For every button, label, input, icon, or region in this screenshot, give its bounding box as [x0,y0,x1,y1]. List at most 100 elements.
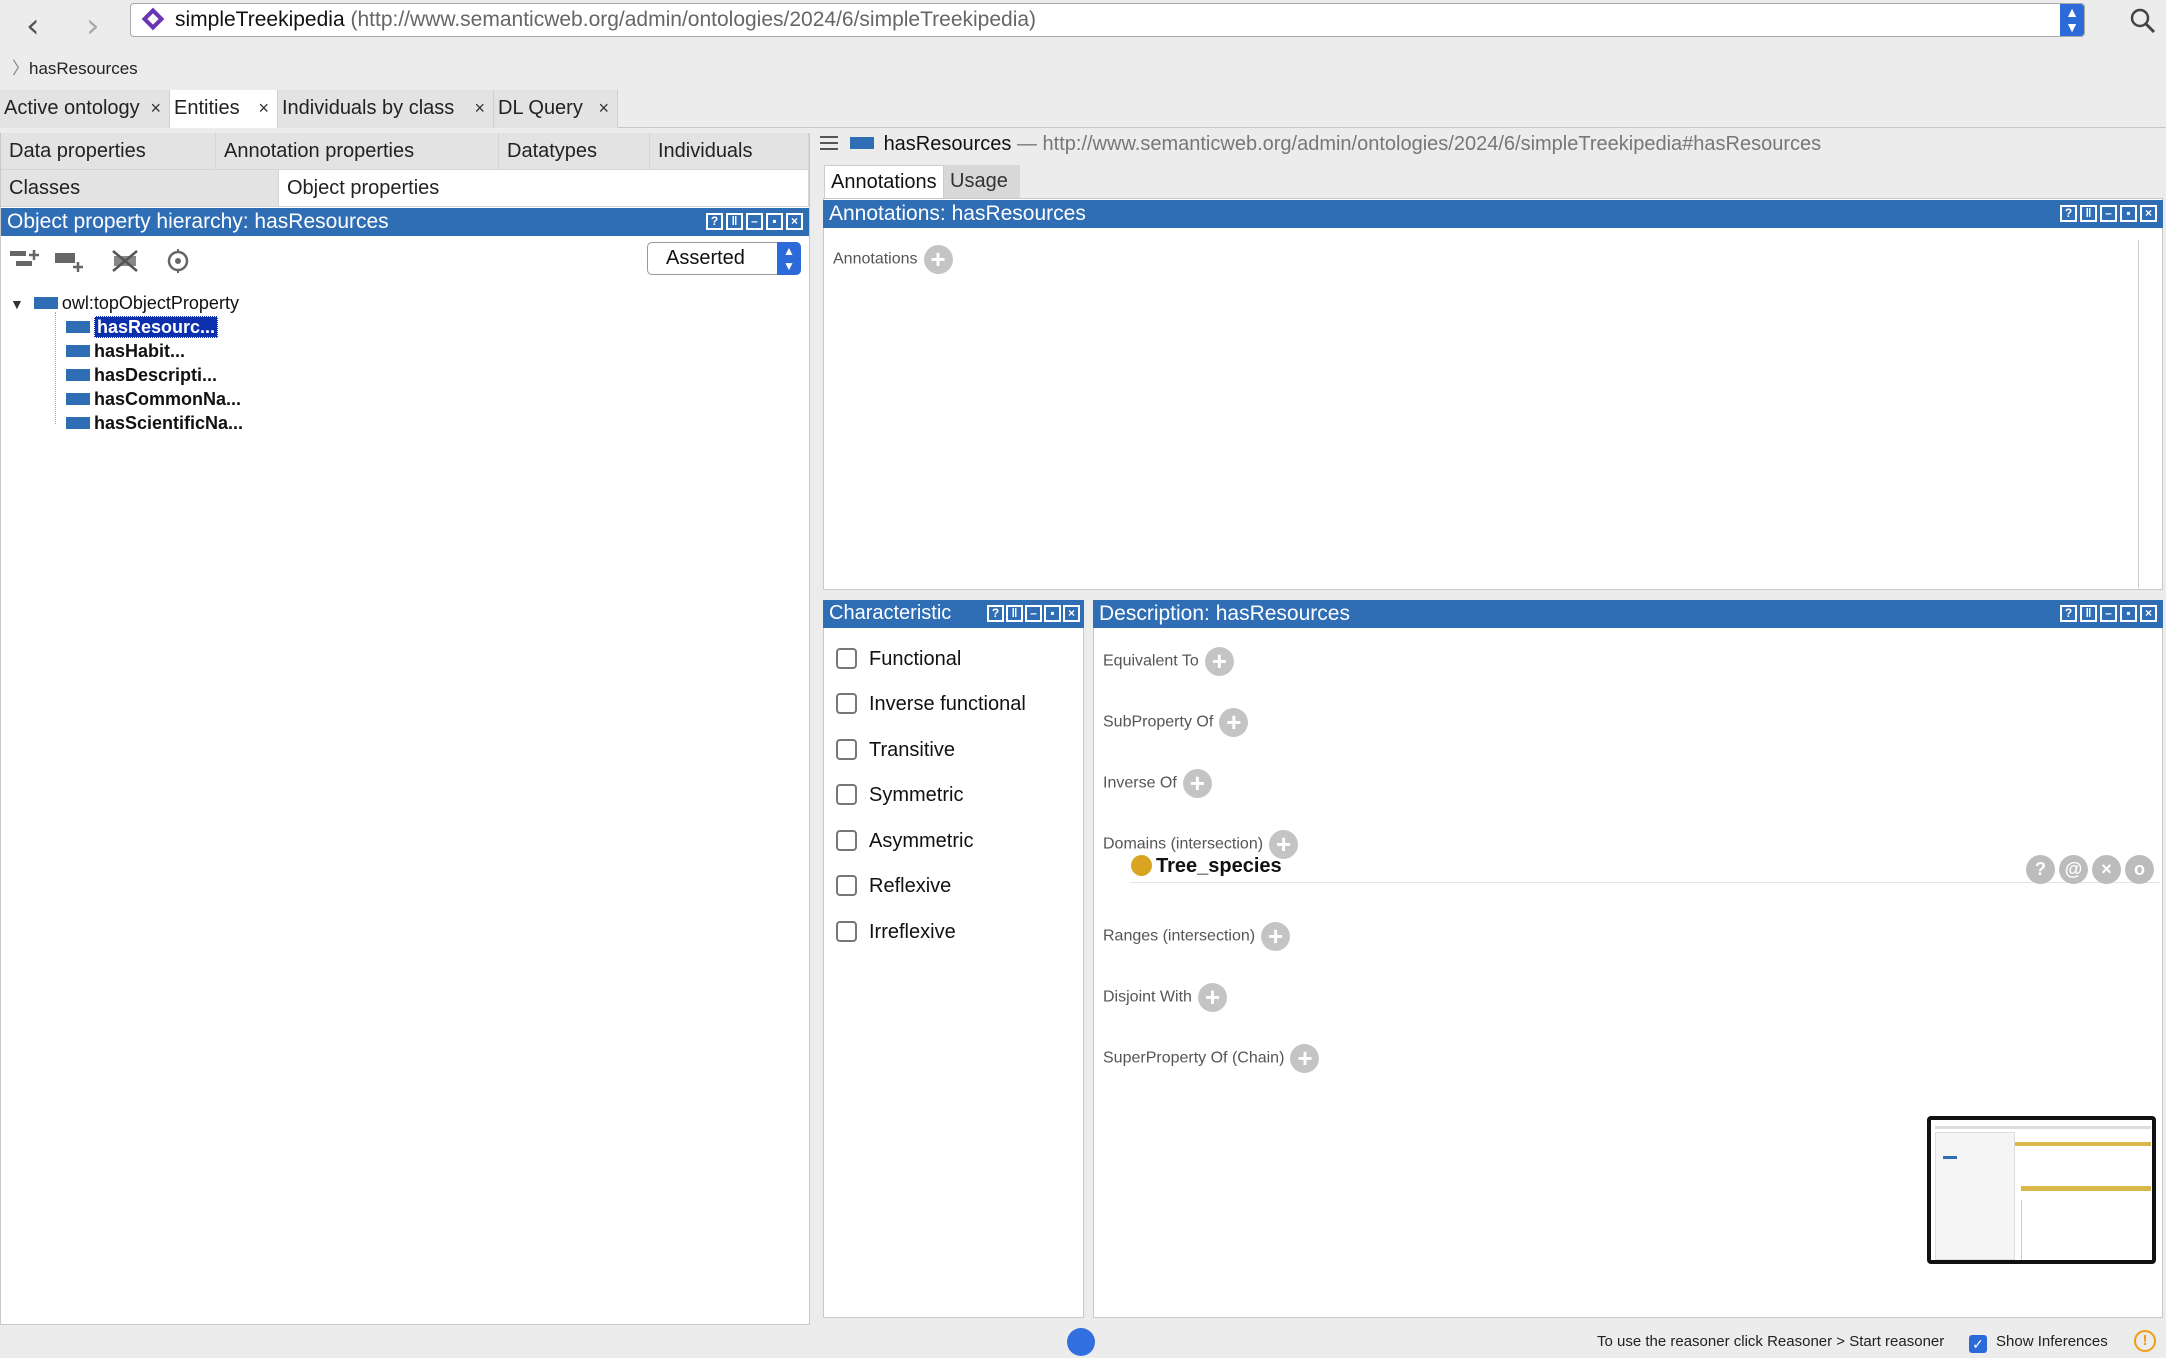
maximize-icon[interactable]: ▪ [2120,205,2137,222]
add-subproperty-icon[interactable] [8,248,40,274]
tab-usage[interactable]: Usage [944,165,1020,198]
add-equivalent-button[interactable]: + [1204,647,1234,676]
tree-item-hasdescription[interactable]: hasDescripti... [66,364,217,386]
characteristic-inverse-functional[interactable]: Inverse functional [836,691,1026,717]
close-icon[interactable]: × [598,90,609,127]
checkbox[interactable] [836,829,857,851]
back-arrow-icon[interactable]: ‹ [26,6,40,46]
split-icon[interactable]: ‖ [2080,205,2097,222]
tree-item-hashabit[interactable]: hasHabit... [66,340,185,362]
maximize-icon[interactable]: ▪ [2120,605,2137,622]
tree-item-hasscientificname[interactable]: hasScientificNa... [66,412,243,434]
show-inferences-checkbox[interactable]: ✓ [1969,1335,1987,1353]
close-view-icon[interactable]: × [1063,605,1080,622]
subtab-classes[interactable]: Classes [1,170,279,207]
close-view-icon[interactable]: × [2140,605,2157,622]
edit-button[interactable]: o [2125,855,2154,884]
section-equivalent-to: Equivalent To + [1103,647,1234,676]
view-controls: ? ‖ – ▪ × [706,213,803,230]
add-annotation-button[interactable]: + [923,245,953,274]
add-range-button[interactable]: + [1261,922,1291,951]
checkbox[interactable] [836,920,857,942]
checkbox[interactable] [836,874,857,896]
help-icon[interactable]: ? [2060,605,2077,622]
find-usage-icon[interactable] [164,248,196,274]
domain-value: Tree_species [1156,855,1282,877]
characteristic-asymmetric[interactable]: Asymmetric [836,828,973,854]
close-icon[interactable]: × [474,90,485,127]
split-icon[interactable]: ‖ [1006,605,1023,622]
minimize-icon[interactable]: – [746,213,763,230]
annotations-scrollbar[interactable] [2138,240,2139,588]
help-icon[interactable]: ? [987,605,1004,622]
description-view-header: Description: hasResources ? ‖ – ▪ × [1093,600,2163,628]
window-thumbnail[interactable] [1927,1116,2156,1264]
ontology-address-bar[interactable]: simpleTreekipedia (http://www.semanticwe… [130,3,2085,37]
subtab-data-properties[interactable]: Data properties [1,133,216,170]
add-subproperty-button[interactable]: + [1219,708,1249,737]
ontology-icon [141,7,165,31]
show-inferences-label: Show Inferences [1996,1333,2108,1350]
tree-item-label: hasResourc... [94,316,219,338]
subtab-annotation-properties[interactable]: Annotation properties [216,133,499,170]
tree-item-label: hasHabit... [94,341,186,361]
minimize-icon[interactable]: – [1025,605,1042,622]
close-view-icon[interactable]: × [2140,205,2157,222]
row-divider [1130,882,2160,883]
close-icon[interactable]: × [258,90,269,127]
tab-individuals-by-class[interactable]: Individuals by class × [278,90,494,128]
subtab-datatypes[interactable]: Datatypes [499,133,650,170]
maximize-icon[interactable]: ▪ [766,213,783,230]
tab-annotations[interactable]: Annotations [824,165,944,198]
breadcrumb-current[interactable]: hasResources [29,59,138,78]
characteristic-symmetric[interactable]: Symmetric [836,782,963,808]
domain-item-tree-species[interactable]: Tree_species [1131,854,1282,878]
tree-root-row[interactable]: ▼ owl:topObjectProperty [10,292,239,314]
object-property-icon [850,137,874,150]
characteristic-functional[interactable]: Functional [836,646,961,672]
add-chain-button[interactable]: + [1290,1044,1320,1073]
section-label: Equivalent To [1103,652,1199,670]
close-icon[interactable]: × [150,90,161,127]
add-sibling-property-icon[interactable] [52,248,84,274]
help-icon[interactable]: ? [706,213,723,230]
menu-icon[interactable] [820,136,838,152]
expand-triangle-icon[interactable]: ▼ [10,296,24,312]
tab-entities[interactable]: Entities × [170,90,278,128]
tree-item-hascommonname[interactable]: hasCommonNa... [66,388,241,410]
search-icon[interactable] [2130,8,2156,34]
checkbox[interactable] [836,692,857,714]
subtab-object-properties[interactable]: Object properties [279,170,809,207]
characteristic-irreflexive[interactable]: Irreflexive [836,919,956,945]
maximize-icon[interactable]: ▪ [1044,605,1061,622]
minimize-icon[interactable]: – [2100,605,2117,622]
hierarchy-mode-select[interactable]: Asserted ▲ ▼ [647,242,801,275]
forward-arrow-icon[interactable]: › [86,6,100,46]
split-icon[interactable]: ‖ [2080,605,2097,622]
delete-button[interactable]: × [2092,855,2121,884]
explain-button[interactable]: ? [2026,855,2055,884]
view-controls: ? ‖ – ▪ × [2060,605,2157,622]
annotate-button[interactable]: @ [2059,855,2088,884]
add-disjoint-button[interactable]: + [1197,983,1227,1012]
checkbox[interactable] [836,783,857,805]
help-icon[interactable]: ? [2060,205,2077,222]
add-inverse-button[interactable]: + [1182,769,1212,798]
tab-active-ontology[interactable]: Active ontology × [0,90,170,128]
characteristics-title: Characteristic [829,602,952,624]
tree-item-hasresources[interactable]: hasResourc... [66,316,219,338]
subtab-individuals[interactable]: Individuals [650,133,809,170]
characteristic-transitive[interactable]: Transitive [836,737,955,763]
minimize-icon[interactable]: – [2100,205,2117,222]
split-icon[interactable]: ‖ [726,213,743,230]
checkbox[interactable] [836,647,857,669]
tab-dl-query[interactable]: DL Query × [494,90,618,128]
object-property-icon [66,320,90,333]
reasoner-status-indicator[interactable] [1067,1328,1095,1356]
ontology-selector-stepper[interactable]: ▲ ▼ [2060,4,2084,36]
warning-icon[interactable]: ! [2134,1330,2156,1352]
delete-property-icon[interactable] [110,248,142,274]
checkbox[interactable] [836,738,857,760]
characteristic-reflexive[interactable]: Reflexive [836,873,951,899]
close-view-icon[interactable]: × [786,213,803,230]
